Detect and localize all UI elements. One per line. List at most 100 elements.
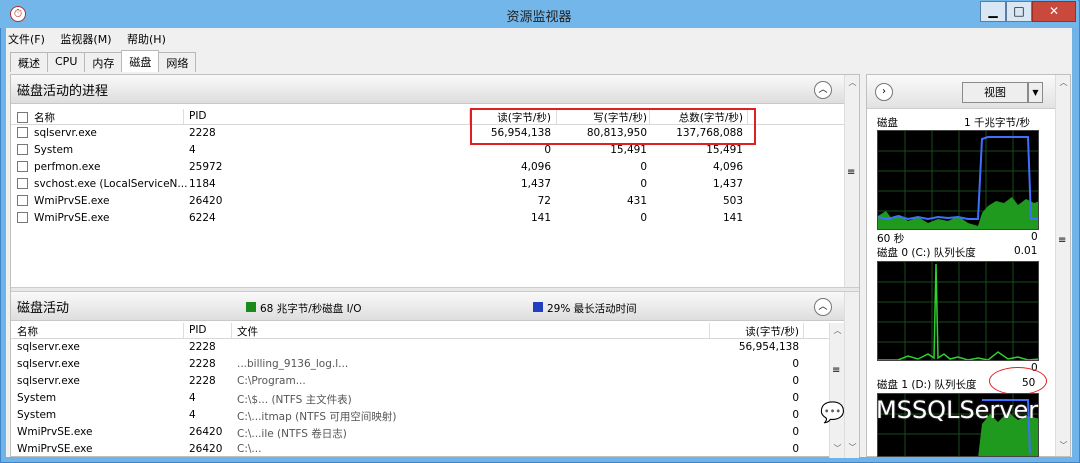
table-row[interactable]: System 4 C:\...itmap (NTFS 可用空间映射) 0 [11, 407, 829, 424]
process-total: 1,437 [712, 178, 743, 190]
processes-scrollbar[interactable]: ︿ ≡ [844, 75, 859, 287]
collapse-processes-icon[interactable]: ︿ [814, 81, 832, 99]
minimize-button[interactable]: ▁ [980, 1, 1006, 22]
table-row[interactable]: WmiPrvSE.exe 26420 C:\... 0 [11, 441, 829, 458]
table-row[interactable]: System 4 C:\$... (NTFS 主文件表) 0 [11, 390, 829, 407]
disk-activity-table: 名称 PID 文件 读(字节/秒) sqlservr.exe 2228 56,954… [11, 323, 829, 458]
maximize-button[interactable]: □ [1006, 1, 1032, 22]
process-total: 503 [722, 195, 743, 207]
table-row[interactable]: sqlservr.exe 2228 56,954,138 [11, 339, 829, 356]
table-row[interactable]: WmiPrvSE.exe 26420 C:\...ile (NTFS 卷日志) 0 [11, 424, 829, 441]
menu-monitor[interactable]: 监视器(M) [60, 31, 111, 47]
scroll-down-icon[interactable]: ﹀ [830, 441, 845, 456]
active-legend: 29% 最长活动时间 [547, 303, 637, 315]
view-button[interactable]: 视图 [962, 82, 1028, 103]
table-row[interactable]: sqlservr.exe 2228 ...billing_9136_log.l...… [11, 356, 829, 373]
file-path: C:\Program... [237, 375, 306, 387]
process-write: 431 [626, 195, 647, 207]
scroll-up-icon[interactable]: ︿ [1056, 75, 1071, 90]
process-read: 141 [530, 212, 551, 224]
table-row[interactable]: svchost.exe (LocalServiceN... 1184 1,437 0 1… [11, 176, 844, 193]
row-checkbox[interactable] [17, 212, 28, 223]
scroll-down-icon[interactable]: ﹀ [1056, 438, 1071, 453]
file-read: 0 [792, 392, 799, 404]
right-pane-scrollbar[interactable]: ︿ ≡ ﹀ [1055, 75, 1070, 456]
process-total: 4,096 [712, 161, 743, 173]
scroll-up-icon[interactable]: ︿ [845, 75, 860, 90]
col-pid[interactable]: PID [189, 110, 207, 122]
table-row[interactable]: sqlservr.exe 2228 C:\Program... 0 [11, 373, 829, 390]
left-pane-scrollbar[interactable]: ﹀ [844, 292, 859, 458]
process-write: 0 [640, 212, 647, 224]
process-write: 15,491 [610, 144, 647, 156]
table-row[interactable]: perfmon.exe 25972 4,096 0 4,096 [11, 159, 844, 176]
process-name: sqlservr.exe [17, 341, 80, 353]
file-read: 0 [792, 426, 799, 438]
scroll-up-icon[interactable]: ︿ [830, 323, 845, 338]
tab-strip: 概述 CPU 内存 磁盘 网络 [10, 50, 197, 73]
tab-cpu[interactable]: CPU [47, 52, 86, 72]
row-checkbox[interactable] [17, 144, 28, 155]
process-pid: 6224 [189, 212, 216, 224]
col-name[interactable]: 名称 [34, 112, 55, 124]
col-pid[interactable]: PID [189, 324, 207, 336]
process-read: 4,096 [520, 161, 551, 173]
process-pid: 25972 [189, 161, 223, 173]
title-bar[interactable]: ⏱ 资源监视器 ▁ □ ✕ [0, 0, 1078, 28]
tab-memory[interactable]: 内存 [84, 52, 123, 72]
process-pid: 26420 [189, 443, 223, 455]
disk-activity-header[interactable]: 磁盘活动 68 兆字节/秒磁盘 I/O 29% 最长活动时间 ︿ [11, 292, 844, 321]
wechat-icon: 💬 [820, 400, 845, 424]
row-checkbox[interactable] [17, 195, 28, 206]
io-legend-swatch [246, 302, 256, 312]
close-button[interactable]: ✕ [1032, 1, 1076, 22]
collapse-disk-activity-icon[interactable]: ︿ [814, 298, 832, 316]
process-read: 72 [537, 195, 551, 207]
row-checkbox[interactable] [17, 178, 28, 189]
right-pane-toolbar: › 视图 ▼ [867, 75, 1070, 109]
file-read: 0 [792, 443, 799, 455]
scroll-grip-icon[interactable]: ≡ [832, 365, 840, 376]
process-name: WmiPrvSE.exe [17, 426, 93, 438]
select-all-checkbox[interactable] [17, 112, 28, 123]
process-total: 15,491 [706, 144, 743, 156]
col-name[interactable]: 名称 [17, 324, 38, 339]
file-path: C:\... [237, 443, 262, 455]
process-read: 1,437 [520, 178, 551, 190]
table-row[interactable]: WmiPrvSE.exe 6224 141 0 141 [11, 210, 844, 227]
expand-arrow-icon[interactable]: › [875, 83, 893, 101]
scroll-down-icon[interactable]: ﹀ [845, 440, 860, 455]
menu-help[interactable]: 帮助(H) [127, 31, 166, 47]
menu-file[interactable]: 文件(F) [8, 31, 45, 47]
process-pid: 26420 [189, 426, 223, 438]
graph-disk-scale: 1 千兆字节/秒 [964, 117, 1031, 129]
graph-disk-title: 磁盘 [877, 117, 898, 129]
col-file[interactable]: 文件 [237, 324, 258, 339]
scroll-grip-icon[interactable]: ≡ [847, 167, 855, 178]
tab-disk[interactable]: 磁盘 [121, 50, 160, 72]
tab-overview[interactable]: 概述 [10, 52, 48, 72]
highlight-box [470, 108, 756, 145]
row-checkbox[interactable] [17, 161, 28, 172]
process-write: 0 [640, 161, 647, 173]
processes-section: 磁盘活动的进程 ︿ 名称 PID 读(字节/秒) 写(字节/秒) 总数(字节/秒… [11, 75, 844, 287]
file-path: C:\$... (NTFS 主文件表) [237, 394, 352, 406]
processes-title: 磁盘活动的进程 [17, 84, 109, 99]
left-pane: 磁盘活动的进程 ︿ 名称 PID 读(字节/秒) 写(字节/秒) 总数(字节/秒… [10, 74, 860, 458]
disk-activity-rows: sqlservr.exe 2228 56,954,138 sqlservr.exe 22… [11, 339, 829, 458]
process-name: sqlservr.exe [17, 375, 80, 387]
process-name: System [17, 409, 57, 421]
view-dropdown-icon[interactable]: ▼ [1028, 82, 1043, 103]
processes-header[interactable]: 磁盘活动的进程 ︿ [11, 75, 844, 104]
process-pid: 4 [189, 409, 196, 421]
scroll-grip-icon[interactable]: ≡ [1058, 235, 1066, 246]
graph-d-queue-title: 磁盘 1 (D:) 队列长度 [877, 379, 977, 391]
disk-activity-scrollbar[interactable]: ︿ ≡ ﹀ [829, 323, 844, 458]
tab-network[interactable]: 网络 [158, 52, 197, 72]
table-row[interactable]: WmiPrvSE.exe 26420 72 431 503 [11, 193, 844, 210]
process-pid: 4 [189, 392, 196, 404]
graph-disk-time: 60 秒 [877, 233, 905, 245]
col-read[interactable]: 读(字节/秒) [711, 324, 799, 339]
row-checkbox[interactable] [17, 127, 28, 138]
process-name: svchost.exe (LocalServiceN... [34, 178, 188, 190]
